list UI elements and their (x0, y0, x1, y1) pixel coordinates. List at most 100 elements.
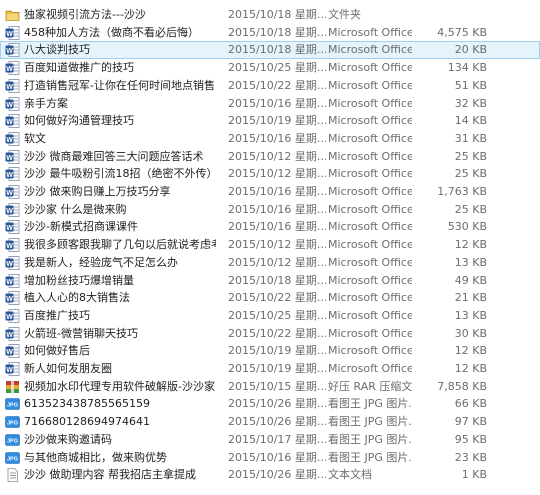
file-row[interactable]: W 新人如何发朋友圈 2015/10/19 星期... Microsoft Offic… (0, 360, 540, 378)
file-row[interactable]: 视频加水印代理专用软件破解版-沙沙家 2015/10/15 星期... 好压 RAR… (0, 378, 540, 396)
file-size: 49 KB (454, 273, 487, 287)
file-date: 2015/10/26 星期... (228, 397, 326, 411)
word-doc-icon: W (5, 291, 20, 306)
file-list: 独家视频引流方法---沙沙 2015/10/18 星期... 文件夹 W 458种加人… (0, 0, 540, 495)
file-row[interactable]: W 百度推广技巧 2015/10/25 星期...Microsoft Office.… (0, 307, 540, 325)
file-row[interactable]: W 沙沙 做来购日赚上万技巧分享 2015/10/16 星期... Microsoft… (0, 183, 540, 201)
file-row[interactable]: 独家视频引流方法---沙沙 2015/10/18 星期... 文件夹 (0, 6, 540, 24)
file-size: 4,575 KB (437, 25, 487, 39)
file-name: 沙沙 最牛吸粉引流18招（绝密不外传） (24, 167, 216, 181)
file-date: 2015/10/12 星期... (228, 167, 326, 181)
file-name: 如何做好售后 (24, 344, 90, 358)
word-doc-icon: W (5, 344, 20, 359)
file-name: 百度知道做推广的技巧 (24, 61, 134, 75)
file-date: 2015/10/16 星期... (228, 202, 326, 216)
word-doc-icon: W (5, 202, 20, 217)
file-row[interactable]: JPG 沙沙做来购邀请码 2015/10/17 星期... 看图王 JPG 图片...… (0, 431, 540, 449)
file-type: Microsoft Office... (328, 131, 412, 145)
word-doc-icon: W (5, 220, 20, 235)
file-size: 21 KB (454, 291, 487, 305)
svg-text:JPG: JPG (7, 456, 18, 462)
file-row[interactable]: JPG 716680128694974641 2015/10/26 星期... 看图王… (0, 413, 540, 431)
word-doc-icon: W (5, 96, 20, 111)
file-row[interactable]: W 如何做好沟通管理技巧 2015/10/19 星期... Microsoft Off… (0, 112, 540, 130)
file-type: Microsoft Office... (328, 202, 412, 216)
jpg-image-icon: JPG (5, 397, 20, 411)
file-type: Microsoft Office... (328, 273, 412, 287)
file-name: 火箭班-微营销聊天技巧 (24, 326, 138, 340)
file-row[interactable]: W 沙沙 微商最难回答三大问题应答话术 2015/10/12 星期... Micros… (0, 148, 540, 166)
file-date: 2015/10/25 星期... (228, 61, 326, 75)
svg-text:W: W (6, 101, 13, 108)
file-name: 独家视频引流方法---沙沙 (24, 8, 146, 21)
file-size: 30 KB (454, 326, 487, 340)
file-row[interactable]: W 亲手方案 2015/10/16 星期...Microsoft Office...… (0, 95, 540, 113)
folder-icon (5, 8, 20, 22)
svg-text:W: W (6, 137, 13, 144)
file-type: 文本文档 (328, 468, 372, 482)
file-row[interactable]: W 增加粉丝技巧爆增销量 2015/10/18 星期... Microsoft Off… (0, 272, 540, 290)
file-row[interactable]: W 如何做好售后 2015/10/19 星期...Microsoft Office.… (0, 342, 540, 360)
text-file-icon (5, 468, 20, 483)
word-doc-icon: W (5, 149, 20, 164)
file-name: 百度推广技巧 (24, 308, 90, 322)
file-row[interactable]: W 百度知道做推广的技巧 2015/10/25 星期... Microsoft Off… (0, 59, 540, 77)
file-name: 458种加人方法（做商不看必后悔） (24, 25, 199, 39)
svg-text:W: W (6, 190, 13, 197)
file-row[interactable]: W 458种加人方法（做商不看必后悔） 2015/10/18 星期... Micros… (0, 24, 540, 42)
file-row[interactable]: JPG 与其他商城相比，做来购优势 2015/10/16 星期... 看图王 JPG … (0, 449, 540, 467)
file-name: 沙沙 做来购日赚上万技巧分享 (24, 185, 171, 198)
file-row[interactable]: W 火箭班-微营销聊天技巧 2015/10/22 星期... Microsoft Of… (0, 325, 540, 343)
file-name: 增加粉丝技巧爆增销量 (24, 273, 134, 287)
file-row[interactable]: W 打造销售冠军-让你在任何时间地点销售... 2015/10/22 星期... Mi… (0, 77, 540, 95)
file-type: Microsoft Office... (328, 255, 412, 269)
file-row[interactable]: 沙沙 做助理内容 帮我招店主拿提成 2015/10/26 星期... 文本文档 1 K… (0, 466, 540, 484)
file-date: 2015/10/16 星期... (228, 96, 326, 110)
file-row[interactable]: JPG 613523438785565159 2015/10/26 星期... 看图王… (0, 395, 540, 413)
file-type: 看图王 JPG 图片... (328, 450, 412, 464)
file-row[interactable]: W 沙沙 最牛吸粉引流18招（绝密不外传） 2015/10/12 星期... Micr… (0, 165, 540, 183)
file-type: 看图王 JPG 图片... (328, 432, 412, 446)
word-doc-icon: W (5, 25, 20, 40)
file-row[interactable]: W 植入人心的8大销售法 2015/10/22 星期... Microsoft Off… (0, 289, 540, 307)
file-row[interactable]: W 沙沙-新模式招商课课件 2015/10/16 星期... Microsoft Of… (0, 218, 540, 236)
svg-text:W: W (6, 66, 13, 73)
file-size: 7,858 KB (437, 379, 487, 393)
word-doc-icon: W (5, 238, 20, 252)
file-date: 2015/10/16 星期... (228, 131, 326, 145)
file-date: 2015/10/19 星期... (228, 114, 326, 128)
file-name: 沙沙家 什么是微来购 (24, 202, 127, 216)
file-name: 八大谈判技巧 (24, 43, 90, 57)
svg-text:JPG: JPG (7, 421, 18, 427)
file-date: 2015/10/18 星期... (228, 43, 326, 57)
file-size: 14 KB (454, 114, 487, 128)
word-doc-icon: W (5, 61, 20, 75)
file-type: Microsoft Office... (328, 362, 412, 375)
file-row-selected[interactable]: W 八大谈判技巧 2015/10/18 星期...Microsoft Office.… (0, 41, 540, 60)
svg-text:W: W (6, 207, 13, 214)
word-doc-icon: W (5, 255, 20, 270)
word-doc-icon: W (5, 362, 20, 376)
file-size: 12 KB (454, 362, 487, 375)
file-size: 95 KB (454, 432, 487, 446)
file-size: 25 KB (454, 149, 487, 163)
file-row[interactable]: W 沙沙家 什么是微来购 2015/10/16 星期... Microsoft Off… (0, 201, 540, 219)
rar-archive-icon (5, 380, 20, 394)
file-date: 2015/10/12 星期... (228, 238, 326, 252)
file-type: Microsoft Office... (328, 167, 412, 181)
file-row[interactable]: W 我是新人，经验庞气不足怎么办 2015/10/12 星期... Microsoft… (0, 254, 540, 272)
svg-text:W: W (6, 154, 13, 161)
file-size: 530 KB (447, 220, 487, 234)
svg-text:W: W (6, 243, 13, 250)
file-size: 20 KB (454, 43, 487, 57)
file-date: 2015/10/16 星期... (228, 450, 326, 464)
file-type: Microsoft Office... (328, 25, 412, 39)
svg-text:W: W (6, 314, 13, 321)
file-name: 亲手方案 (24, 96, 68, 110)
file-row[interactable]: W 软文 2015/10/16 星期...Microsoft Office... 31… (0, 130, 540, 148)
file-type: Microsoft Office... (328, 96, 412, 110)
file-name: 我是新人，经验庞气不足怎么办 (24, 255, 178, 269)
file-date: 2015/10/15 星期... (228, 379, 326, 393)
file-row[interactable]: W 我很多顾客跟我聊了几句以后就说考虑考... 2015/10/12 星期... Mi… (0, 236, 540, 254)
svg-text:W: W (6, 119, 13, 126)
